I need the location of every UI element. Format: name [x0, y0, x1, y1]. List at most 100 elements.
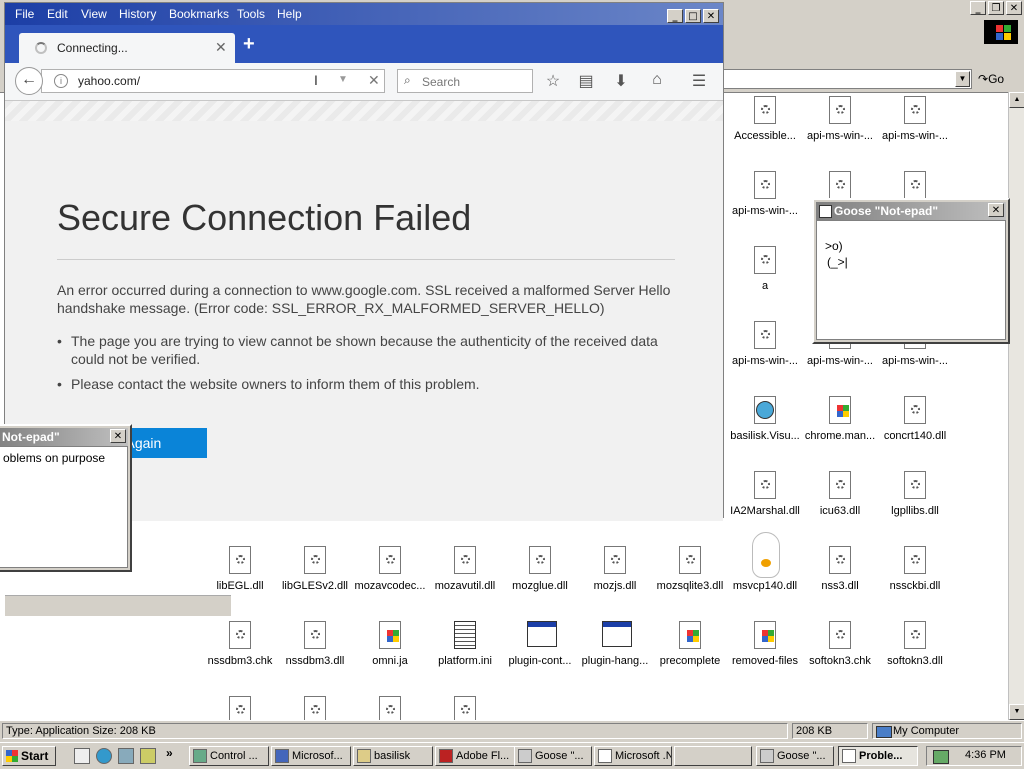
menu-tools[interactable]: Tools — [237, 7, 265, 21]
taskbar-button[interactable]: Goose "... — [756, 746, 834, 766]
dll-icon — [902, 471, 928, 501]
url-dropdown-icon[interactable]: ▼ — [338, 74, 348, 85]
close-icon[interactable]: ✕ — [703, 9, 719, 23]
menu-edit[interactable]: Edit — [47, 7, 68, 21]
file-item[interactable]: chrome.man... — [802, 396, 878, 442]
url-text[interactable]: yahoo.com/ — [78, 74, 140, 88]
url-bar[interactable]: i yahoo.com/ I ▼ ✕ — [41, 69, 385, 93]
media-icon[interactable] — [140, 748, 156, 764]
file-item[interactable]: plugin-cont... — [502, 621, 578, 667]
file-label: mozavcodec... — [354, 580, 426, 592]
file-item[interactable]: api-ms-win-... — [727, 321, 803, 367]
file-item[interactable]: mozsqlite3.dll — [652, 546, 728, 592]
file-item[interactable]: softokn3.dll — [877, 621, 953, 667]
close-icon[interactable]: ✕ — [988, 203, 1004, 217]
explorer-address-field[interactable] — [722, 69, 972, 89]
notepad-text-area[interactable]: >o) (_>| — [816, 220, 1006, 340]
taskbar-button[interactable]: Proble... — [838, 746, 918, 766]
file-item[interactable]: libGLESv2.dll — [277, 546, 353, 592]
menu-bookmarks[interactable]: Bookmarks — [169, 7, 229, 21]
file-item[interactable]: concrt140.dll — [877, 396, 953, 442]
search-input[interactable]: ⌕ Search — [397, 69, 533, 93]
show-desktop-icon[interactable] — [74, 748, 90, 764]
menu-history[interactable]: History — [119, 7, 156, 21]
file-item[interactable]: IA2Marshal.dll — [727, 471, 803, 517]
bookmark-star-icon[interactable]: ☆ — [543, 71, 563, 91]
taskbar-button[interactable]: basilisk — [353, 746, 433, 766]
file-item[interactable]: mozglue.dll — [502, 546, 578, 592]
info-icon[interactable]: i — [54, 74, 68, 88]
taskbar-button[interactable]: Microsof... — [271, 746, 351, 766]
close-icon[interactable]: ✕ — [110, 429, 126, 443]
file-item[interactable]: platform.ini — [427, 621, 503, 667]
file-item[interactable]: mozavutil.dll — [427, 546, 503, 592]
file-item[interactable]: lgpllibs.dll — [877, 471, 953, 517]
file-item[interactable]: a — [727, 246, 803, 292]
file-item[interactable]: icu63.dll — [802, 471, 878, 517]
start-button[interactable]: Start — [2, 746, 56, 766]
file-item[interactable]: removed-files — [727, 621, 803, 667]
file-item[interactable]: nssckbi.dll — [877, 546, 953, 592]
navigation-toolbar: i yahoo.com/ I ▼ ✕ ← ⌕ Search ☆ ▤ ⬇ ⌂ ☰ — [5, 63, 723, 101]
explorer-window-controls: _ ❐ ✕ — [970, 1, 1022, 15]
file-item[interactable]: precomplete — [652, 621, 728, 667]
taskbar-button[interactable]: Adobe Fl... — [435, 746, 515, 766]
minimize-icon[interactable]: _ — [970, 1, 986, 15]
maximize-icon[interactable]: □ — [685, 9, 701, 23]
dll-icon — [677, 546, 703, 576]
task-app-icon — [275, 749, 289, 763]
file-label: api-ms-win-... — [731, 355, 798, 367]
restore-icon[interactable]: ❐ — [988, 1, 1004, 15]
minimize-icon[interactable]: _ — [667, 9, 683, 23]
ie-icon[interactable] — [96, 748, 112, 764]
vertical-scrollbar[interactable]: ▲ ▼ — [1008, 92, 1024, 720]
chevron-down-icon[interactable]: ▼ — [955, 71, 970, 87]
file-item[interactable]: Accessible... — [727, 96, 803, 142]
system-tray: 4:36 PM — [926, 746, 1022, 766]
file-item[interactable]: api-ms-win-... — [802, 96, 878, 142]
new-tab-icon[interactable]: + — [243, 33, 255, 56]
back-button[interactable]: ← — [15, 67, 43, 95]
file-item[interactable]: mozjs.dll — [577, 546, 653, 592]
taskbar-button[interactable]: Microsoft .N... — [594, 746, 672, 766]
file-item[interactable]: api-ms-win-... — [727, 171, 803, 217]
taskbar-button[interactable]: Goose "... — [514, 746, 592, 766]
file-item[interactable]: api-ms-win-... — [877, 96, 953, 142]
dll-icon — [752, 246, 778, 276]
go-button[interactable]: ↷Go — [978, 69, 1022, 89]
file-item[interactable]: omni.ja — [352, 621, 428, 667]
menu-view[interactable]: View — [81, 7, 107, 21]
outlook-icon[interactable] — [118, 748, 134, 764]
file-item[interactable]: softokn3.chk — [802, 621, 878, 667]
file-item[interactable]: nssdbm3.dll — [277, 621, 353, 667]
network-icon[interactable] — [933, 750, 949, 764]
close-icon[interactable]: ✕ — [1006, 1, 1022, 15]
scroll-down-icon[interactable]: ▼ — [1009, 704, 1024, 720]
tab-connecting[interactable]: Connecting... ✕ — [19, 33, 235, 63]
home-icon[interactable]: ⌂ — [647, 71, 667, 89]
file-item[interactable]: plugin-hang... — [577, 621, 653, 667]
scroll-up-icon[interactable]: ▲ — [1009, 92, 1024, 108]
stop-icon[interactable]: ✕ — [368, 72, 380, 89]
file-item[interactable]: basilisk.Visu... — [727, 396, 803, 442]
reading-list-icon[interactable]: ▤ — [576, 71, 596, 91]
hamburger-menu-icon[interactable]: ☰ — [689, 71, 709, 91]
quicklaunch-overflow-icon[interactable]: » — [166, 746, 173, 760]
task-app-icon — [439, 749, 453, 763]
manifest-icon — [752, 396, 778, 426]
notepad-text-area[interactable]: oblems on purpose — [0, 446, 128, 568]
taskbar-button-label: Goose "... — [777, 750, 826, 762]
file-item[interactable]: libEGL.dll — [202, 546, 278, 592]
file-item[interactable]: nssdbm3.chk — [202, 621, 278, 667]
file-item[interactable]: nss3.dll — [802, 546, 878, 592]
go-label: Go — [988, 72, 1005, 86]
taskbar-button[interactable] — [674, 746, 752, 766]
menu-help[interactable]: Help — [277, 7, 302, 21]
downloads-icon[interactable]: ⬇ — [611, 71, 631, 91]
dll-icon — [527, 546, 553, 576]
file-label: msvcp140.dll — [732, 580, 798, 592]
taskbar-button[interactable]: Control ... — [189, 746, 269, 766]
tab-close-icon[interactable]: ✕ — [215, 39, 227, 56]
menu-file[interactable]: File — [15, 7, 34, 21]
file-item[interactable]: mozavcodec... — [352, 546, 428, 592]
